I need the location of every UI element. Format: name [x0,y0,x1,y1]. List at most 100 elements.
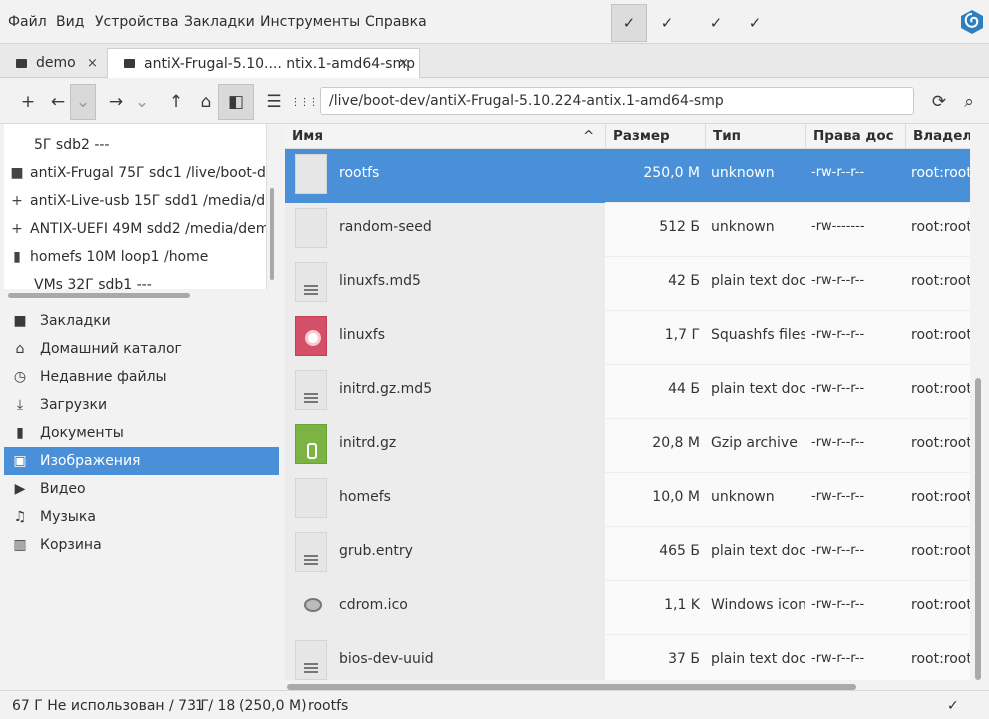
file-owner: root:root [911,165,970,181]
download-icon: ⤓ [16,397,24,413]
place-downloads[interactable]: ⤓ Загрузки [4,391,279,419]
antix-logo-icon [961,10,983,34]
place-recent[interactable]: ◷ Недавние файлы [4,363,279,391]
menu-file[interactable]: Файл [8,14,47,30]
file-row[interactable]: homefs 10,0 M unknown -rw-r--r-- root:root [285,473,970,527]
workspace-2-button[interactable]: ✓ [649,4,685,42]
file-permissions: -rw------- [811,219,865,234]
file-row[interactable]: cdrom.ico 1,1 K Windows icon -rw-r--r-- root… [285,581,970,635]
column-separator[interactable] [905,124,906,149]
devices-horizontal-scrollbar[interactable] [8,293,190,298]
file-row[interactable]: random-seed 512 Б unknown -rw------- root:ro… [285,203,970,257]
selection-count: 1 / 18 [195,698,236,714]
file-permissions: -rw-r--r-- [811,327,865,342]
tab-label: antiX-Frugal-5.10.... ntix.1-amd64-smp [144,55,416,72]
menu-bookmarks[interactable]: Закладки [184,14,255,30]
reload-button[interactable]: ⟳ [925,88,953,116]
file-name: grub.entry [339,543,413,559]
tab-antix-frugal[interactable]: antiX-Frugal-5.10.... ntix.1-amd64-smp × [107,48,420,78]
device-item[interactable]: + ANTIX-UEFI 49M sdd2 /media/demo/A [10,221,267,237]
device-item[interactable]: + antiX-Live-usb 15Г sdd1 /media/demo [10,193,266,209]
file-type-icon [295,316,327,356]
file-row[interactable]: linuxfs 1,7 Г Squashfs filesy -rw-r--r-- roo… [285,311,970,365]
file-owner: root:root [911,435,970,451]
file-name: cdrom.ico [339,597,408,613]
device-item[interactable]: ■ antiX-Frugal 75Г sdc1 /live/boot-dev [10,165,266,181]
forward-button[interactable]: → [102,88,130,116]
device-label: ANTIX-UEFI 49M sdd2 /media/demo/A [30,221,267,237]
file-row[interactable]: grub.entry 465 Б plain text docu -rw-r--r--… [285,527,970,581]
place-bookmarks[interactable]: ■ Закладки [4,307,279,335]
close-icon[interactable]: × [398,56,409,71]
file-owner: root:root [911,219,970,235]
menu-help[interactable]: Справка [365,14,427,30]
column-size[interactable]: Размер [613,128,670,144]
file-size: 1,1 K [664,597,700,613]
folder-icon: ■ [13,313,27,329]
back-history-button[interactable]: ⌄ [70,84,96,120]
search-button[interactable]: ⌕ [955,88,983,116]
home-button[interactable]: ⌂ [192,88,220,116]
place-videos[interactable]: ▶ Видео [4,475,279,503]
menu-view[interactable]: Вид [56,14,84,30]
file-type: plain text docu [711,543,805,559]
place-home[interactable]: ⌂ Домашний каталог [4,335,279,363]
column-permissions[interactable]: Права дос [813,128,894,144]
trash-icon: ▥ [13,537,27,553]
file-size: 42 Б [668,273,700,289]
place-music[interactable]: ♫ Музыка [4,503,279,531]
file-manager-window: Файл Вид Устройства Закладки Инструменты… [0,0,989,719]
device-item[interactable]: ▮ homefs 10M loop1 /home [10,249,208,265]
check-icon: ✓ [947,698,959,714]
compact-view-button[interactable]: ⋮⋮⋮ [290,88,319,116]
device-item[interactable]: VMs 32Г sdb1 --- [34,277,152,289]
menu-tools[interactable]: Инструменты [260,14,360,30]
status-bar: 67 Г Не использован / 73 Г 1 / 18 (250,0… [0,690,989,719]
file-row[interactable]: initrd.gz 20,8 M Gzip archive -rw-r--r-- roo… [285,419,970,473]
up-button[interactable]: ↑ [162,88,190,116]
file-type-icon [295,154,327,194]
file-list-vertical-scrollbar[interactable] [975,378,981,680]
toggle-sidebar-button[interactable]: ◧ [218,84,254,120]
file-type: plain text docu [711,273,805,289]
device-item[interactable]: 5Г sdb2 --- [34,137,109,153]
file-row[interactable]: rootfs 250,0 M unknown -rw-r--r-- root:root [285,149,970,203]
file-row[interactable]: bios-dev-uuid 37 Б plain text docu -rw-r--r… [285,635,970,680]
workspace-4-button[interactable]: ✓ [737,4,773,42]
file-size: 10,0 M [652,489,700,505]
path-input[interactable]: /live/boot-dev/antiX-Frugal-5.10.224-ant… [320,87,914,115]
file-owner: root:root [911,489,970,505]
file-row[interactable]: initrd.gz.md5 44 Б plain text docu -rw-r--r… [285,365,970,419]
column-separator[interactable] [605,124,606,149]
column-type[interactable]: Тип [713,128,741,144]
file-type-icon [295,586,327,626]
file-permissions: -rw-r--r-- [811,381,865,396]
close-icon[interactable]: × [87,56,98,71]
place-label: Музыка [40,509,96,525]
devices-vertical-scrollbar[interactable] [270,188,274,280]
menu-devices[interactable]: Устройства [95,14,179,30]
file-owner: root:root [911,381,970,397]
forward-history-button[interactable]: ⌄ [128,88,156,116]
new-tab-button[interactable]: + [14,88,42,116]
workspace-3-button[interactable]: ✓ [698,4,734,42]
workspace-1-button[interactable]: ✓ [611,4,647,42]
list-view-button[interactable]: ☰ [260,88,288,116]
file-name: linuxfs.md5 [339,273,421,289]
column-name[interactable]: Имя [292,128,323,144]
file-permissions: -rw-r--r-- [811,435,865,450]
column-owner[interactable]: Владеле [913,128,970,144]
places-list: ■ Закладки ⌂ Домашний каталог ◷ Недавние фа… [4,306,279,586]
file-type: Squashfs filesy [711,327,805,343]
file-size: 1,7 Г [664,327,700,343]
file-row[interactable]: linuxfs.md5 42 Б plain text docu -rw-r--r--… [285,257,970,311]
place-documents[interactable]: ▮ Документы [4,419,279,447]
place-label: Загрузки [40,397,108,413]
place-trash[interactable]: ▥ Корзина [4,531,279,559]
column-separator[interactable] [805,124,806,149]
place-pictures[interactable]: ▣ Изображения [4,447,279,475]
column-separator[interactable] [705,124,706,149]
tab-demo[interactable]: demo × [0,48,105,78]
file-permissions: -rw-r--r-- [811,273,865,288]
back-button[interactable]: ← [44,88,72,116]
